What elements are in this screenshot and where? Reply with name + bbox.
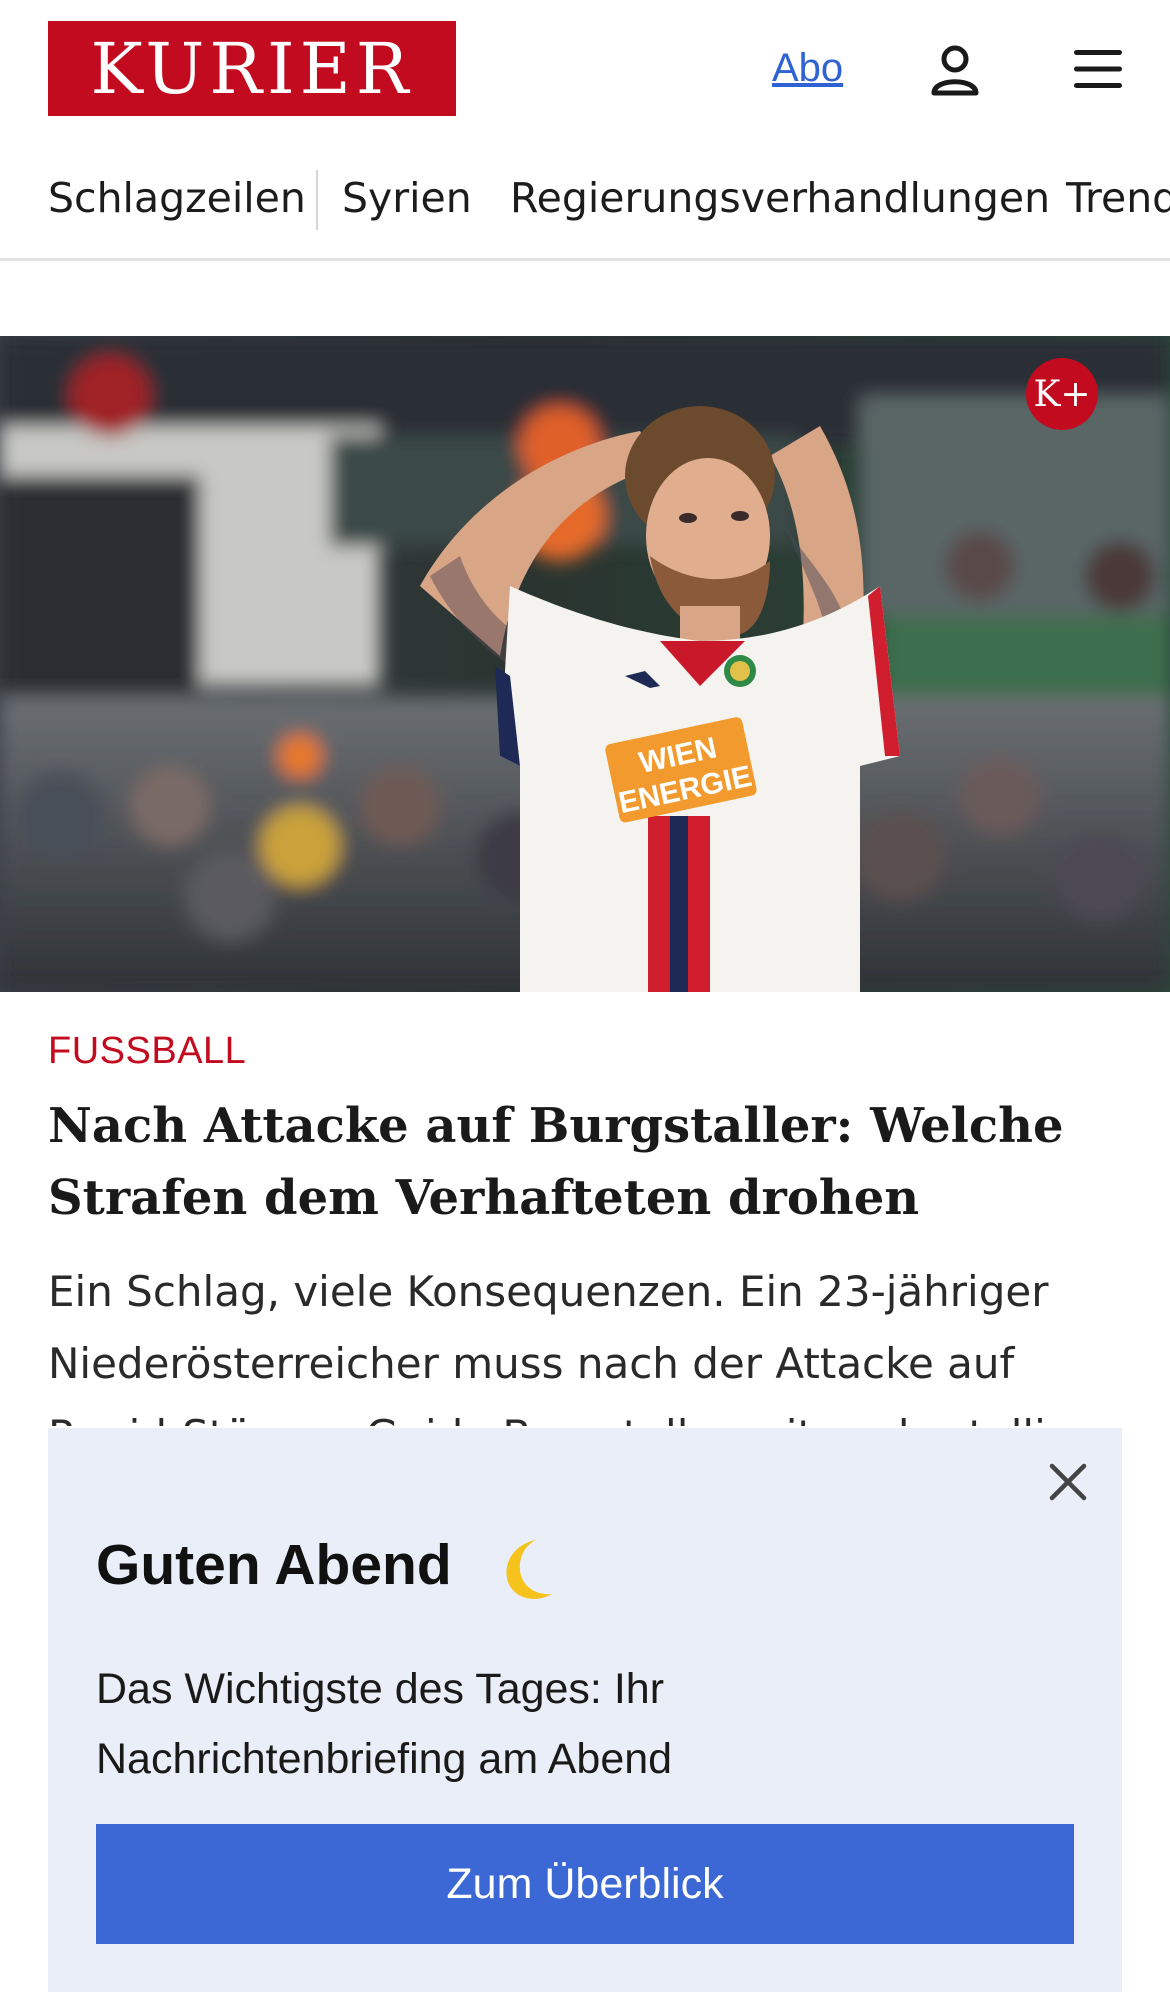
article-headline[interactable]: Nach Attacke auf Burgstaller: Welche Str… xyxy=(48,1090,1128,1234)
article-category[interactable]: FUSSBALL xyxy=(48,1030,246,1073)
close-icon[interactable] xyxy=(1046,1460,1090,1504)
crescent-moon-icon xyxy=(488,1534,558,1604)
nav-divider-line xyxy=(0,258,1170,261)
topic-nav: Schlagzeilen Syrien Regierungsverhandlun… xyxy=(0,170,1170,260)
zum-ueberblick-button[interactable]: Zum Überblick xyxy=(96,1824,1074,1944)
article-hero-image[interactable]: WIEN ENERGIE xyxy=(0,336,1170,992)
hamburger-menu-icon[interactable] xyxy=(1072,48,1124,90)
popup-greeting: Guten Abend xyxy=(96,1533,452,1597)
logo-text: KURIER xyxy=(90,27,414,110)
nav-item-trends[interactable]: Trends xyxy=(1066,174,1170,222)
user-icon[interactable] xyxy=(930,44,980,96)
kplus-premium-badge: K+ xyxy=(1026,358,1098,430)
article-teaser: Ein Schlag, viele Konsequenzen. Ein 23-j… xyxy=(48,1267,1125,1426)
popup-description: Das Wichtigste des Tages: Ihr Nachrichte… xyxy=(96,1665,673,1783)
site-header: KURIER Abo xyxy=(0,0,1170,140)
abo-link[interactable]: Abo xyxy=(772,46,843,91)
nav-divider xyxy=(316,170,318,230)
nav-item-regierungsverhandlungen[interactable]: Regierungsverhandlungen xyxy=(510,174,1050,222)
nav-item-schlagzeilen[interactable]: Schlagzeilen xyxy=(48,174,306,222)
nav-item-syrien[interactable]: Syrien xyxy=(342,174,472,222)
kurier-logo[interactable]: KURIER xyxy=(48,21,456,116)
